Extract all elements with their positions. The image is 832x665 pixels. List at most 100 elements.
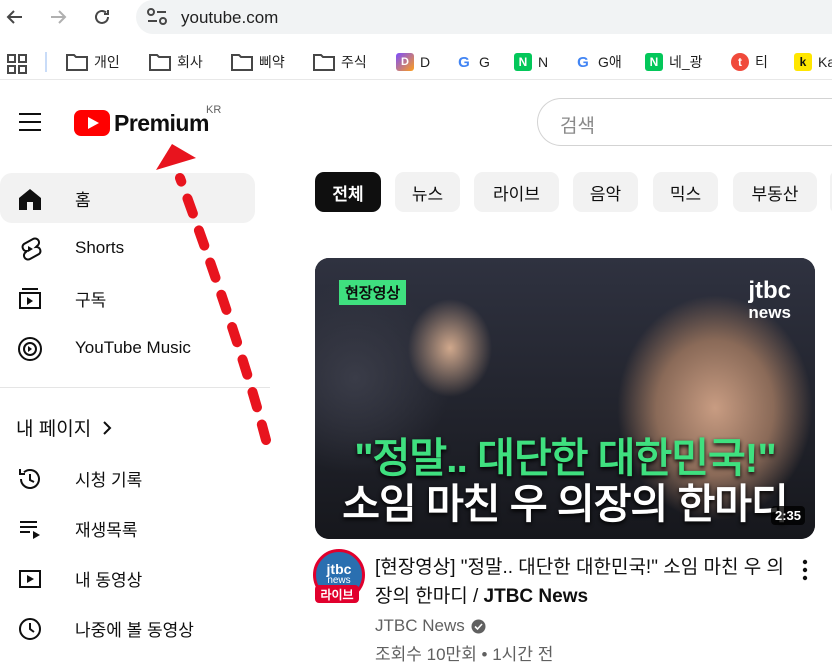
chip-real-estate[interactable]: 부동산 — [733, 172, 817, 212]
live-badge: 라이브 — [315, 585, 359, 603]
chip-news[interactable]: 뉴스 — [395, 172, 460, 212]
sidebar-item-subscriptions[interactable]: 구독 — [0, 273, 255, 323]
sidebar-item-label: 구독 — [75, 290, 107, 310]
bookmark-label: G애 — [598, 54, 622, 70]
bookmark-label: 삐약 — [259, 54, 285, 70]
video-thumbnail[interactable]: 현장영상 jtbc news "정말.. 대단한 대한민국!" 소임 마친 우 … — [315, 258, 815, 539]
bookmark-item[interactable]: t 티 — [731, 52, 768, 72]
sidebar-item-label: 내 동영상 — [75, 570, 143, 590]
sidebar-item-shorts[interactable]: Shorts — [0, 223, 255, 273]
back-arrow-icon — [6, 10, 22, 24]
youtube-music-icon — [18, 337, 42, 361]
chevron-right-icon — [103, 420, 112, 435]
bookmarks-separator — [45, 52, 47, 72]
history-icon — [19, 469, 40, 489]
sidebar-item-label: 재생목록 — [75, 520, 138, 540]
watermark-top: jtbc — [748, 277, 791, 304]
sidebar-item-playlists[interactable]: 재생목록 — [0, 503, 255, 553]
bookmark-label: G — [479, 54, 490, 70]
naver-favicon: N — [514, 53, 532, 71]
bookmark-label: N — [538, 54, 549, 70]
apps-grid-icon[interactable] — [7, 54, 27, 74]
chip-mix[interactable]: 믹스 — [653, 172, 718, 212]
youtube-play-logo-icon — [74, 110, 110, 136]
bookmark-folder[interactable]: 개인 — [66, 52, 120, 72]
t-favicon: t — [731, 53, 749, 71]
bookmark-item[interactable]: k Ka — [794, 52, 832, 72]
address-bar[interactable]: youtube.com — [136, 0, 832, 34]
bookmark-label: 티 — [755, 54, 768, 70]
bookmark-item[interactable]: D D — [396, 52, 430, 72]
chip-all[interactable]: 전체 — [315, 172, 381, 212]
sidebar-item-label: Shorts — [75, 238, 125, 257]
browser-toolbar: youtube.com — [0, 0, 832, 36]
google-favicon: G — [455, 53, 473, 71]
hamburger-icon — [19, 113, 41, 131]
thumbnail-tag: 현장영상 — [339, 280, 407, 305]
video-channel[interactable]: JTBC News — [375, 616, 486, 636]
avatar-text: jtbc news — [326, 561, 352, 587]
sidebar-item-label: YouTube Music — [75, 338, 191, 357]
chip-live[interactable]: 라이브 — [474, 172, 559, 212]
sidebar-item-home[interactable]: 홈 — [0, 173, 255, 223]
search-input[interactable]: 검색 — [537, 98, 832, 146]
k-favicon: k — [794, 53, 812, 71]
sidebar-item-label: 홈 — [75, 190, 91, 210]
jtbc-news-watermark: jtbc news — [748, 277, 791, 324]
watch-later-icon — [19, 618, 41, 640]
sidebar-item-label: 시청 기록 — [75, 470, 143, 490]
guide-menu-button[interactable] — [14, 106, 46, 138]
sidebar-item-youtube-music[interactable]: YouTube Music — [0, 323, 255, 373]
youtube-premium-logo[interactable]: Premium — [74, 108, 209, 138]
search-placeholder: 검색 — [560, 116, 595, 137]
sidebar-my-page[interactable]: 내 페이지 — [16, 414, 113, 441]
bookmark-item[interactable]: N N — [514, 52, 548, 72]
bookmark-label: 주식 — [341, 54, 367, 70]
chip-music[interactable]: 음악 — [573, 172, 638, 212]
sidebar-item-watch-later[interactable]: 나중에 볼 동영상 — [0, 603, 255, 653]
sidebar-divider — [0, 387, 270, 388]
folder-icon — [313, 54, 335, 71]
back-button[interactable] — [2, 4, 28, 30]
bookmark-folder[interactable]: 주식 — [313, 52, 367, 72]
more-options-icon[interactable] — [796, 558, 814, 582]
video-title[interactable]: [현장영상] "정말.. 대단한 대한민국!" 소임 마친 우 의장의 한마디 … — [375, 553, 785, 611]
avatar-line-1: jtbc — [326, 561, 352, 577]
subscriptions-icon — [19, 288, 41, 309]
reload-button[interactable] — [89, 4, 115, 30]
forward-arrow-icon — [51, 10, 67, 24]
thumbnail-headline-2: 소임 마친 우 의장의 한마디 — [342, 481, 788, 527]
folder-icon — [149, 54, 171, 71]
my-page-label: 내 페이지 — [16, 419, 92, 440]
playlist-icon — [20, 521, 40, 539]
verified-badge-icon — [471, 619, 486, 633]
shorts-icon — [21, 237, 42, 261]
sidebar-item-history[interactable]: 시청 기록 — [0, 453, 255, 503]
bookmark-folder[interactable]: 삐약 — [231, 52, 285, 72]
folder-icon — [66, 54, 88, 71]
region-code: KR — [206, 104, 222, 116]
bookmark-label: 회사 — [177, 54, 203, 70]
d-favicon: D — [396, 53, 414, 71]
channel-name: JTBC News — [375, 616, 465, 635]
google-favicon: G — [574, 53, 592, 71]
bookmarks-bar: 개인 회사 삐약 주식 D D G G N N G G애 N 네_광 t 티 k… — [0, 44, 832, 80]
bookmark-label: D — [420, 54, 431, 70]
naver-favicon: N — [645, 53, 663, 71]
sidebar-item-label: 나중에 볼 동영상 — [75, 620, 194, 640]
bookmark-item[interactable]: G G — [455, 52, 490, 72]
home-icon — [19, 189, 41, 210]
site-settings-icon[interactable] — [146, 7, 168, 27]
my-videos-icon — [19, 570, 41, 588]
reload-icon — [95, 9, 109, 24]
bookmark-item[interactable]: G G애 — [574, 52, 622, 72]
bookmark-label: Ka — [818, 54, 832, 70]
bookmark-item[interactable]: N 네_광 — [645, 52, 703, 72]
video-duration: 2:35 — [770, 506, 805, 525]
sidebar-item-my-videos[interactable]: 내 동영상 — [0, 553, 255, 603]
bookmark-folder[interactable]: 회사 — [149, 52, 203, 72]
forward-button[interactable] — [45, 4, 71, 30]
folder-icon — [231, 54, 253, 71]
bookmark-label: 네_광 — [669, 54, 703, 70]
video-meta: 조회수 10만회 • 1시간 전 — [375, 645, 554, 664]
